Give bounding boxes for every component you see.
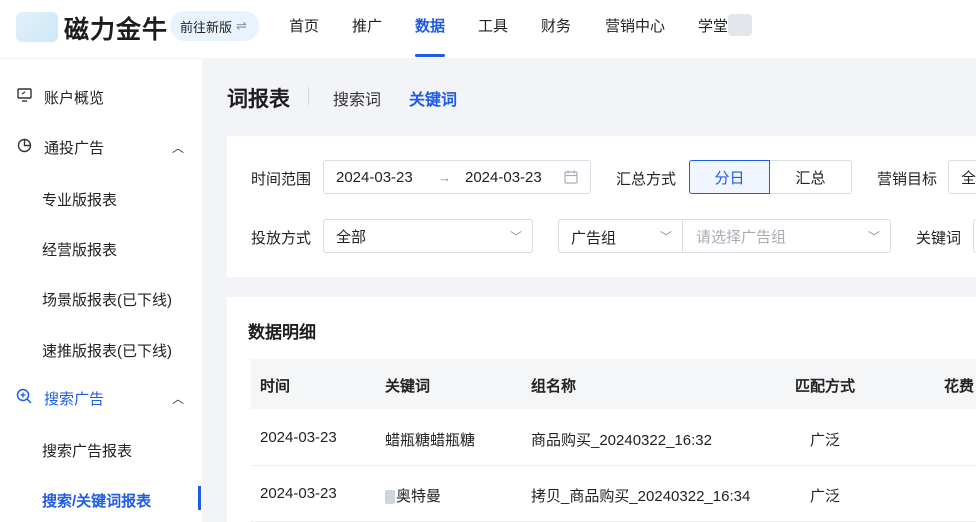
switch-version-button[interactable]: 前往新版 ⇌ xyxy=(170,11,259,41)
sidebar-item-keyword-report[interactable]: 搜索/关键词报表 xyxy=(42,490,151,511)
nav-data[interactable]: 数据 xyxy=(415,15,445,36)
cell-date: 2024-03-23 xyxy=(260,429,337,446)
nav-marketing-center[interactable]: 营销中心 xyxy=(605,15,665,36)
pie-chart-icon xyxy=(16,138,32,157)
adgroup-type-value: 广告组 xyxy=(571,230,617,247)
summary-total-button[interactable]: 汇总 xyxy=(769,160,852,194)
time-range-label: 时间范围 xyxy=(251,171,312,188)
top-navbar: 磁力金牛 前往新版 ⇌ 首页 推广 数据 工具 财务 营销中心 学堂 xyxy=(0,0,976,58)
sidebar-label-general-ads: 通投广告 xyxy=(44,139,105,157)
search-plus-icon xyxy=(16,388,32,408)
marketing-target-value: 全 xyxy=(961,169,976,187)
summary-mode-label: 汇总方式 xyxy=(616,171,677,188)
brand-logo-icon xyxy=(16,12,58,42)
sidebar-group-search-ads[interactable]: 搜索广告 ︿ xyxy=(0,383,202,413)
tab-search-terms[interactable]: 搜索词 xyxy=(333,86,381,110)
chevron-down-icon: ﹀ xyxy=(659,230,672,244)
chevron-down-icon: ﹀ xyxy=(509,229,522,244)
sidebar-label-account-overview: 账户概览 xyxy=(44,89,105,107)
range-separator: → xyxy=(438,169,451,185)
column-header-keyword[interactable]: 关键词 xyxy=(385,375,430,396)
chevron-up-icon[interactable]: ︿ xyxy=(172,390,184,407)
end-date: 2024-03-23 xyxy=(465,168,542,186)
title-divider xyxy=(308,87,309,105)
page-title: 词报表 xyxy=(227,88,290,111)
adgroup-filter: 广告组 ﹀ 请选择广告组 ﹀ xyxy=(558,219,891,253)
sidebar-item-ops-report[interactable]: 经营版报表 xyxy=(42,239,117,260)
sidebar-item-quick-report[interactable]: 速推版报表(已下线) xyxy=(42,340,172,361)
sidebar-item-account-overview[interactable]: 账户概览 xyxy=(0,82,202,112)
section-title: 数据明细 xyxy=(248,323,316,342)
sidebar-item-pro-report[interactable]: 专业版报表 xyxy=(42,189,117,210)
data-detail-panel: 数据明细 时间 关键词 组名称 匹配方式 花费 2024-03-23 蜡瓶糖蜡瓶… xyxy=(227,297,976,522)
redacted-nav-item xyxy=(728,14,752,36)
column-header-match-type[interactable]: 匹配方式 xyxy=(795,375,855,396)
nav-tools[interactable]: 工具 xyxy=(478,15,508,36)
nav-promotion[interactable]: 推广 xyxy=(352,15,382,36)
cell-keyword: 蜡瓶糖蜡瓶糖 xyxy=(385,432,476,449)
column-header-cost[interactable]: 花费 xyxy=(944,375,974,396)
swap-icon: ⇌ xyxy=(236,18,247,33)
switch-version-label: 前往新版 xyxy=(180,19,233,35)
sidebar-active-indicator xyxy=(198,486,201,510)
cell-keyword-text: 奥特曼 xyxy=(396,488,442,505)
marketing-target-label: 营销目标 xyxy=(877,171,938,188)
keyword-label: 关键词 xyxy=(916,230,962,247)
delivery-method-value: 全部 xyxy=(336,228,367,246)
chevron-down-icon: ﹀ xyxy=(867,229,880,244)
cell-match-type: 广泛 xyxy=(810,488,841,505)
delivery-method-label: 投放方式 xyxy=(251,230,312,247)
start-date: 2024-03-23 xyxy=(336,168,413,186)
adgroup-select-placeholder[interactable]: 请选择广告组 xyxy=(696,226,786,247)
redacted-mask xyxy=(385,490,395,505)
delivery-method-select[interactable]: 全部 ﹀ xyxy=(323,219,533,253)
sidebar-group-general-ads[interactable]: 通投广告 ︿ xyxy=(0,132,202,162)
brand-name: 磁力金牛 xyxy=(64,16,169,44)
nav-academy[interactable]: 学堂 xyxy=(698,15,728,36)
column-header-group-name[interactable]: 组名称 xyxy=(531,375,576,396)
nav-home[interactable]: 首页 xyxy=(289,15,319,36)
marketing-target-select[interactable]: 全 xyxy=(948,160,976,194)
table-row: 2024-03-23 奥特曼 拷贝_商品购买_20240322_16:34 广泛 xyxy=(251,466,976,522)
sidebar-label-search-ads: 搜索广告 xyxy=(44,390,105,408)
nav-finance[interactable]: 财务 xyxy=(541,15,571,36)
cell-keyword: 奥特曼 xyxy=(385,485,441,506)
table-row: 2024-03-23 蜡瓶糖蜡瓶糖 商品购买_20240322_16:32 广泛… xyxy=(251,410,976,466)
tab-keywords[interactable]: 关键词 xyxy=(409,86,457,110)
calendar-icon xyxy=(564,170,578,188)
monitor-icon xyxy=(16,88,32,106)
table-header: 时间 关键词 组名称 匹配方式 花费 xyxy=(251,359,976,409)
filter-panel: 时间范围 2024-03-23 → 2024-03-23 汇总方式 分日 汇总 … xyxy=(227,136,976,277)
column-header-time[interactable]: 时间 xyxy=(260,375,290,396)
adgroup-type-select[interactable]: 广告组 ﹀ xyxy=(559,220,683,252)
sidebar-item-scene-report[interactable]: 场景版报表(已下线) xyxy=(42,289,172,310)
date-range-picker[interactable]: 2024-03-23 → 2024-03-23 xyxy=(323,160,591,194)
chevron-up-icon[interactable]: ︿ xyxy=(172,139,184,156)
cell-group-name: 商品购买_20240322_16:32 xyxy=(531,432,712,449)
sidebar-item-search-report[interactable]: 搜索广告报表 xyxy=(42,440,132,461)
nav-active-indicator xyxy=(415,54,445,57)
cell-group-name: 拷贝_商品购买_20240322_16:34 xyxy=(531,488,751,505)
cell-match-type: 广泛 xyxy=(810,432,841,449)
cell-date: 2024-03-23 xyxy=(260,485,337,502)
summary-daily-button[interactable]: 分日 xyxy=(689,160,770,194)
